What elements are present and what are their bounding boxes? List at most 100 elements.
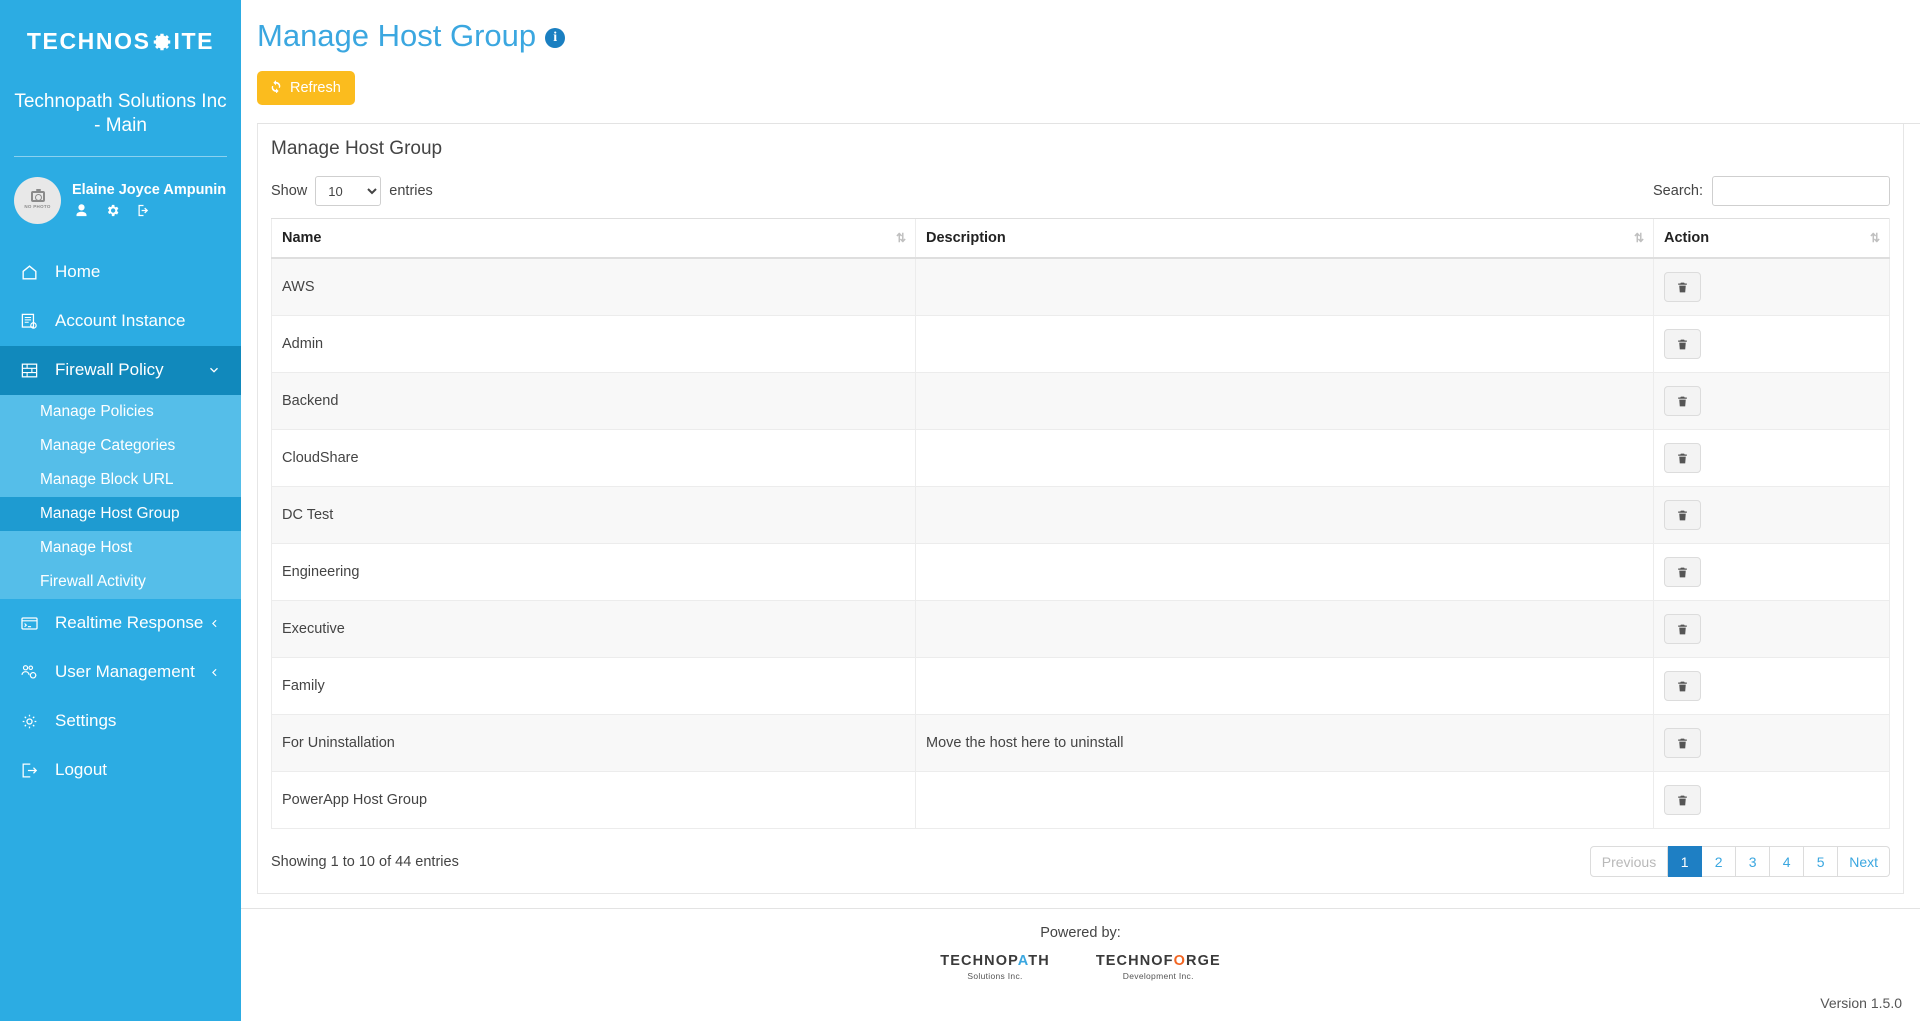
camera-icon	[31, 191, 45, 202]
info-icon[interactable]: i	[545, 28, 565, 48]
page-length-select[interactable]: 10 25 50 100	[315, 176, 381, 206]
sidebar-item-label: Logout	[55, 760, 107, 780]
search-control: Search:	[1653, 176, 1890, 206]
sidebar-item-firewall-policy[interactable]: Firewall Policy	[0, 346, 241, 395]
sidebar-subitem-manage-host-group[interactable]: Manage Host Group	[0, 497, 241, 531]
sidebar-subitem-label: Manage Host	[40, 539, 132, 557]
cell-name: Engineering	[272, 544, 916, 601]
pagination: Previous 1 2 3 4 5 Next	[1590, 846, 1890, 877]
technopath-logo-post: TH	[1028, 953, 1050, 969]
sidebar-item-account-instance[interactable]: Account Instance	[0, 297, 241, 346]
table-row: PowerApp Host Group	[272, 772, 1890, 829]
home-icon	[18, 263, 40, 282]
pagination-page-4[interactable]: 4	[1770, 846, 1804, 877]
table-row: Backend	[272, 373, 1890, 430]
chevron-down-icon[interactable]	[207, 363, 221, 377]
cell-action	[1654, 258, 1890, 316]
chevron-left-icon[interactable]	[208, 666, 221, 679]
pagination-page-5[interactable]: 5	[1804, 846, 1838, 877]
host-group-card: Manage Host Group Show 10 25 50 100 entr…	[257, 124, 1904, 894]
sidebar-subitem-manage-block-url[interactable]: Manage Block URL	[0, 463, 241, 497]
column-header-description[interactable]: Description ⇅	[916, 219, 1654, 259]
sort-icon[interactable]: ⇅	[1870, 231, 1879, 245]
delete-button[interactable]	[1664, 728, 1701, 758]
logout-icon[interactable]	[136, 203, 151, 218]
refresh-button[interactable]: Refresh	[257, 71, 355, 105]
cell-description	[916, 316, 1654, 373]
page-title-text: Manage Host Group	[257, 18, 536, 54]
sidebar-subitem-manage-categories[interactable]: Manage Categories	[0, 429, 241, 463]
sidebar-item-logout[interactable]: Logout	[0, 746, 241, 795]
logout-icon	[18, 761, 40, 780]
column-header-name[interactable]: Name ⇅	[272, 219, 916, 259]
gear-icon[interactable]	[105, 203, 120, 218]
version-label: Version 1.5.0	[1820, 995, 1902, 1011]
technoforge-logo-accent: O	[1174, 953, 1186, 969]
gear-icon	[151, 31, 173, 53]
delete-button[interactable]	[1664, 671, 1701, 701]
user-icon[interactable]	[74, 203, 89, 218]
table-row: CloudShare	[272, 430, 1890, 487]
cell-name: Executive	[272, 601, 916, 658]
avatar[interactable]: NO PHOTO	[14, 177, 61, 224]
org-name: Technopath Solutions Inc - Main	[0, 82, 241, 154]
delete-button[interactable]	[1664, 386, 1701, 416]
delete-button[interactable]	[1664, 557, 1701, 587]
sidebar-item-settings[interactable]: Settings	[0, 697, 241, 746]
sidebar-subitem-label: Manage Policies	[40, 403, 154, 421]
pagination-next[interactable]: Next	[1838, 846, 1890, 877]
sidebar-subitem-label: Manage Categories	[40, 437, 175, 455]
trash-icon	[1676, 452, 1689, 465]
delete-button[interactable]	[1664, 329, 1701, 359]
firewall-icon	[18, 361, 40, 380]
sidebar-item-label: Firewall Policy	[55, 360, 164, 380]
pagination-previous[interactable]: Previous	[1590, 846, 1668, 877]
footer-logos: TECHNOPATH Solutions Inc. TECHNOFORGE De…	[940, 953, 1220, 981]
cell-description	[916, 258, 1654, 316]
trash-icon	[1676, 680, 1689, 693]
search-input[interactable]	[1712, 176, 1890, 206]
sidebar-item-label: Settings	[55, 711, 116, 731]
delete-button[interactable]	[1664, 614, 1701, 644]
gear-icon	[18, 712, 40, 731]
cell-description: Move the host here to uninstall	[916, 715, 1654, 772]
cell-description	[916, 658, 1654, 715]
technopath-logo-accent: A	[1018, 953, 1029, 969]
delete-button[interactable]	[1664, 785, 1701, 815]
sidebar-subitem-manage-host[interactable]: Manage Host	[0, 531, 241, 565]
pagination-page-2[interactable]: 2	[1702, 846, 1736, 877]
page-footer: Powered by: TECHNOPATH Solutions Inc. TE…	[241, 908, 1920, 1021]
sort-icon[interactable]: ⇅	[1634, 231, 1643, 245]
cell-action	[1654, 544, 1890, 601]
sidebar-item-home[interactable]: Home	[0, 248, 241, 297]
sidebar-subitem-manage-policies[interactable]: Manage Policies	[0, 395, 241, 429]
delete-button[interactable]	[1664, 272, 1701, 302]
sort-icon[interactable]: ⇅	[896, 231, 905, 245]
cell-name: AWS	[272, 258, 916, 316]
brand-logo[interactable]: TECHNOS ITE	[0, 0, 241, 82]
cell-name: Family	[272, 658, 916, 715]
sidebar-item-label: User Management	[55, 662, 195, 682]
table-info: Showing 1 to 10 of 44 entries	[271, 854, 459, 870]
sidebar-subitem-firewall-activity[interactable]: Firewall Activity	[0, 565, 241, 599]
delete-button[interactable]	[1664, 500, 1701, 530]
sidebar-item-label: Realtime Response	[55, 613, 203, 633]
table-row: Executive	[272, 601, 1890, 658]
pagination-page-1[interactable]: 1	[1668, 846, 1702, 877]
cell-name: For Uninstallation	[272, 715, 916, 772]
cell-description	[916, 601, 1654, 658]
delete-button[interactable]	[1664, 443, 1701, 473]
cell-description	[916, 772, 1654, 829]
sidebar-item-realtime-response[interactable]: Realtime Response	[0, 599, 241, 648]
sidebar-item-user-management[interactable]: User Management	[0, 648, 241, 697]
cell-description	[916, 373, 1654, 430]
trash-icon	[1676, 281, 1689, 294]
brand-text-left: TECHNOS	[27, 30, 151, 53]
table-row: Admin	[272, 316, 1890, 373]
app-root: TECHNOS ITE Technopath Solutions Inc - M…	[0, 0, 1920, 1021]
table-footer: Showing 1 to 10 of 44 entries Previous 1…	[258, 829, 1903, 883]
column-header-action[interactable]: Action ⇅	[1654, 219, 1890, 259]
pagination-page-3[interactable]: 3	[1736, 846, 1770, 877]
sidebar-subitem-label: Manage Host Group	[40, 505, 180, 523]
chevron-left-icon[interactable]	[208, 617, 221, 630]
